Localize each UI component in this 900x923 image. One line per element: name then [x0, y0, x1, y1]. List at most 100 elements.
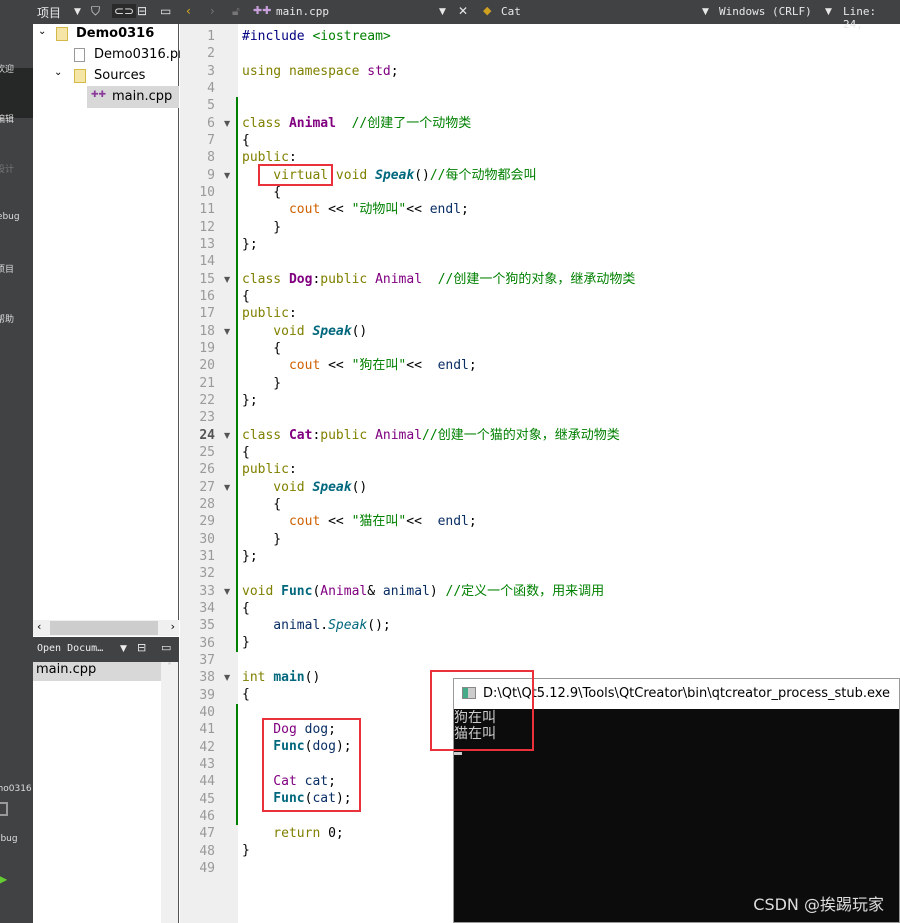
code-token: using [242, 63, 289, 79]
mode-debug[interactable]: Debug [0, 212, 20, 222]
line-number: 43 [199, 756, 215, 772]
filter-icon[interactable]: ⛉ [91, 4, 100, 19]
kit-name[interactable]: Demo0316 [0, 784, 32, 794]
fold-arrow-icon[interactable]: ▼ [224, 171, 230, 180]
chevron-down-icon[interactable]: ▼ [825, 7, 832, 17]
code-token: { [242, 600, 250, 616]
class-icon: ◆ [483, 4, 492, 17]
line-number: 42 [199, 739, 215, 755]
link-icon[interactable]: ⊂⊃ [112, 4, 137, 18]
run-icon[interactable]: ▶ [0, 872, 7, 886]
symbol-selector[interactable]: Cat [501, 5, 521, 18]
chevron-down-icon[interactable]: ▼ [439, 7, 446, 17]
horizontal-scrollbar[interactable]: ‹ › [33, 620, 179, 636]
file-icon [74, 48, 85, 62]
mode-edit[interactable]: 编辑 [0, 112, 14, 125]
change-marker [236, 703, 238, 826]
code-token: . [320, 618, 329, 634]
line-number: 25 [199, 444, 215, 460]
fold-arrow-icon[interactable]: ▼ [224, 327, 230, 336]
chevron-down-icon[interactable]: ⌄ [38, 26, 46, 37]
vertical-scrollbar[interactable]: ˄ [161, 662, 178, 923]
code-token: std [367, 63, 391, 79]
mode-help[interactable]: 帮助 [0, 312, 14, 325]
chevron-down-icon[interactable]: ▼ [74, 7, 81, 17]
open-documents-selector[interactable]: Open Docum… [37, 643, 103, 654]
code-token: return [242, 826, 329, 842]
fold-arrow-icon[interactable]: ▼ [224, 119, 230, 128]
code-line: { [242, 184, 635, 201]
split-icon[interactable]: ⊟ [137, 641, 146, 654]
line-number: 10 [199, 184, 215, 200]
chevron-down-icon[interactable]: ▼ [120, 644, 127, 654]
chevron-down-icon[interactable]: ⌄ [54, 67, 62, 78]
line-number: 15 [199, 271, 215, 287]
project-root[interactable]: Demo0316 [76, 26, 154, 41]
mode-projects[interactable]: 项目 [0, 262, 14, 275]
fold-arrow-icon[interactable]: ▼ [224, 483, 230, 492]
line-number: 40 [199, 704, 215, 720]
code-line: void Speak() [242, 479, 635, 496]
code-token: } [242, 843, 250, 859]
close-panel-icon[interactable]: ▭ [161, 641, 171, 654]
cursor-position[interactable]: Line: 24, [843, 5, 900, 31]
line-ending-selector[interactable]: Windows (CRLF) [719, 5, 812, 18]
code-token: { [242, 687, 250, 703]
split-icon[interactable]: ⊟ [137, 4, 147, 18]
back-icon[interactable]: ‹ [186, 4, 191, 18]
mode-design[interactable]: 设计 [0, 162, 14, 175]
code-token: { [242, 496, 282, 512]
code-token: animal [382, 583, 430, 599]
close-file-icon[interactable]: ✕ [458, 4, 468, 18]
code-token: int [242, 670, 274, 686]
code-token: << [406, 358, 438, 374]
code-line: { [242, 444, 635, 461]
code-token: public [320, 271, 376, 287]
code-token: //创建了一个动物类 [335, 115, 472, 131]
close-panel-icon[interactable]: ▭ [160, 4, 171, 18]
code-token: #include [242, 29, 313, 44]
line-number: 48 [199, 843, 215, 859]
line-number: 31 [199, 548, 215, 564]
code-token: cout [242, 358, 321, 374]
cpp-file-icon: ✚✚ [253, 4, 272, 17]
sources-folder[interactable]: Sources [94, 68, 145, 83]
mode-welcome[interactable]: 欢迎 [0, 62, 14, 75]
line-number: 21 [199, 375, 215, 391]
code-token: void [242, 583, 282, 599]
cpp-file-icon: ✚✚ [91, 90, 107, 100]
code-token: (); [367, 618, 391, 634]
code-token: << [406, 514, 438, 530]
code-token: public [242, 306, 289, 322]
monitor-icon[interactable] [0, 802, 8, 816]
chevron-down-icon[interactable]: ▼ [702, 7, 709, 17]
code-token: << [320, 514, 352, 530]
pro-file[interactable]: Demo0316.pro [94, 47, 191, 62]
fold-arrow-icon[interactable]: ▼ [224, 587, 230, 596]
code-token: void [335, 167, 376, 183]
folder-icon [74, 69, 86, 83]
code-token: & [367, 583, 383, 599]
editor-toolbar: 项目 ▼ ⛉ ⊂⊃ ⊟ ▭ ‹ › 🔓︎ ✚✚ main.cpp ▼ ✕ ◆ C… [0, 0, 900, 31]
forward-icon[interactable]: › [210, 4, 215, 18]
main-cpp-file[interactable]: main.cpp [112, 89, 172, 104]
code-token: { [242, 184, 282, 200]
fold-arrow-icon[interactable]: ▼ [224, 673, 230, 682]
code-line: }; [242, 548, 635, 565]
line-number: 39 [199, 687, 215, 703]
code-token: "猫在叫" [351, 514, 407, 530]
fold-arrow-icon[interactable]: ▼ [224, 275, 230, 284]
file-name[interactable]: main.cpp [276, 5, 329, 18]
fold-arrow-icon[interactable]: ▼ [224, 431, 230, 440]
code-token: Func [281, 583, 313, 599]
open-document-item[interactable]: main.cpp [33, 662, 163, 681]
code-token: //创建一个猫的对象，继承动物类 [422, 427, 620, 443]
code-line: animal.Speak(); [242, 617, 635, 634]
code-token: } [242, 375, 282, 391]
code-token: main [273, 670, 305, 686]
line-number: 27 [199, 479, 215, 495]
project-selector[interactable]: 项目 [37, 4, 61, 21]
code-token: ; [468, 514, 477, 530]
